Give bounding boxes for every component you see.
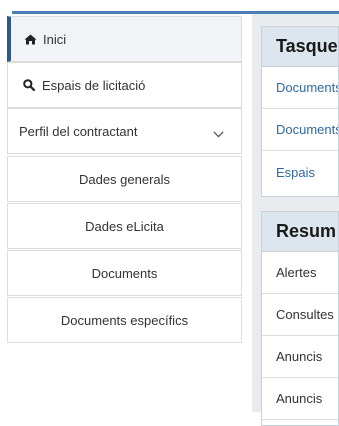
sidebar-item-label: Espais de licitació [42, 77, 146, 93]
sidebar-item-perfil-contractant[interactable]: Perfil del contractant [7, 108, 242, 154]
tasques-link-espais[interactable]: Espais [262, 151, 338, 193]
resum-row-anuncis-2[interactable]: Anuncis [262, 378, 338, 420]
chevron-down-icon [213, 126, 224, 141]
sidebar-item-inici[interactable]: Inici [7, 16, 242, 62]
sidebar-item-label: Dades eLicita [85, 218, 164, 234]
resum-card-title: Resum [262, 212, 338, 252]
sidebar-item-label: Documents [91, 265, 158, 281]
tasques-card: Tasques Documents Documents Espais [261, 26, 339, 197]
sidebar-item-dades-elicita[interactable]: Dades eLicita [7, 203, 242, 249]
resum-card: Resum Alertes Consultes Anuncis Anuncis [261, 211, 339, 426]
sidebar-item-label: Inici [43, 31, 67, 47]
resum-row-anuncis[interactable]: Anuncis [262, 336, 338, 378]
sidebar-item-espais-licitacio[interactable]: Espais de licitació [7, 62, 242, 108]
sidebar-item-dades-generals[interactable]: Dades generals [7, 156, 242, 202]
tasques-link-documents[interactable]: Documents [262, 67, 338, 109]
search-icon [22, 79, 36, 91]
sidebar-item-label: Documents específics [60, 312, 189, 328]
home-icon [23, 34, 37, 45]
sidebar-nav: Inici Espais de licitació Perfil del con… [7, 16, 242, 344]
resum-row-consultes[interactable]: Consultes [262, 294, 338, 336]
tasques-link-documents-2[interactable]: Documents [262, 109, 338, 151]
sidebar-item-label: Perfil del contractant [19, 123, 138, 139]
sidebar-item-documents-especifics[interactable]: Documents específics [7, 297, 242, 343]
sidebar-item-documents[interactable]: Documents [7, 250, 242, 296]
sidebar-item-label: Dades generals [78, 171, 171, 187]
resum-row-alertes[interactable]: Alertes [262, 252, 338, 294]
tasques-card-title: Tasques [262, 27, 338, 67]
